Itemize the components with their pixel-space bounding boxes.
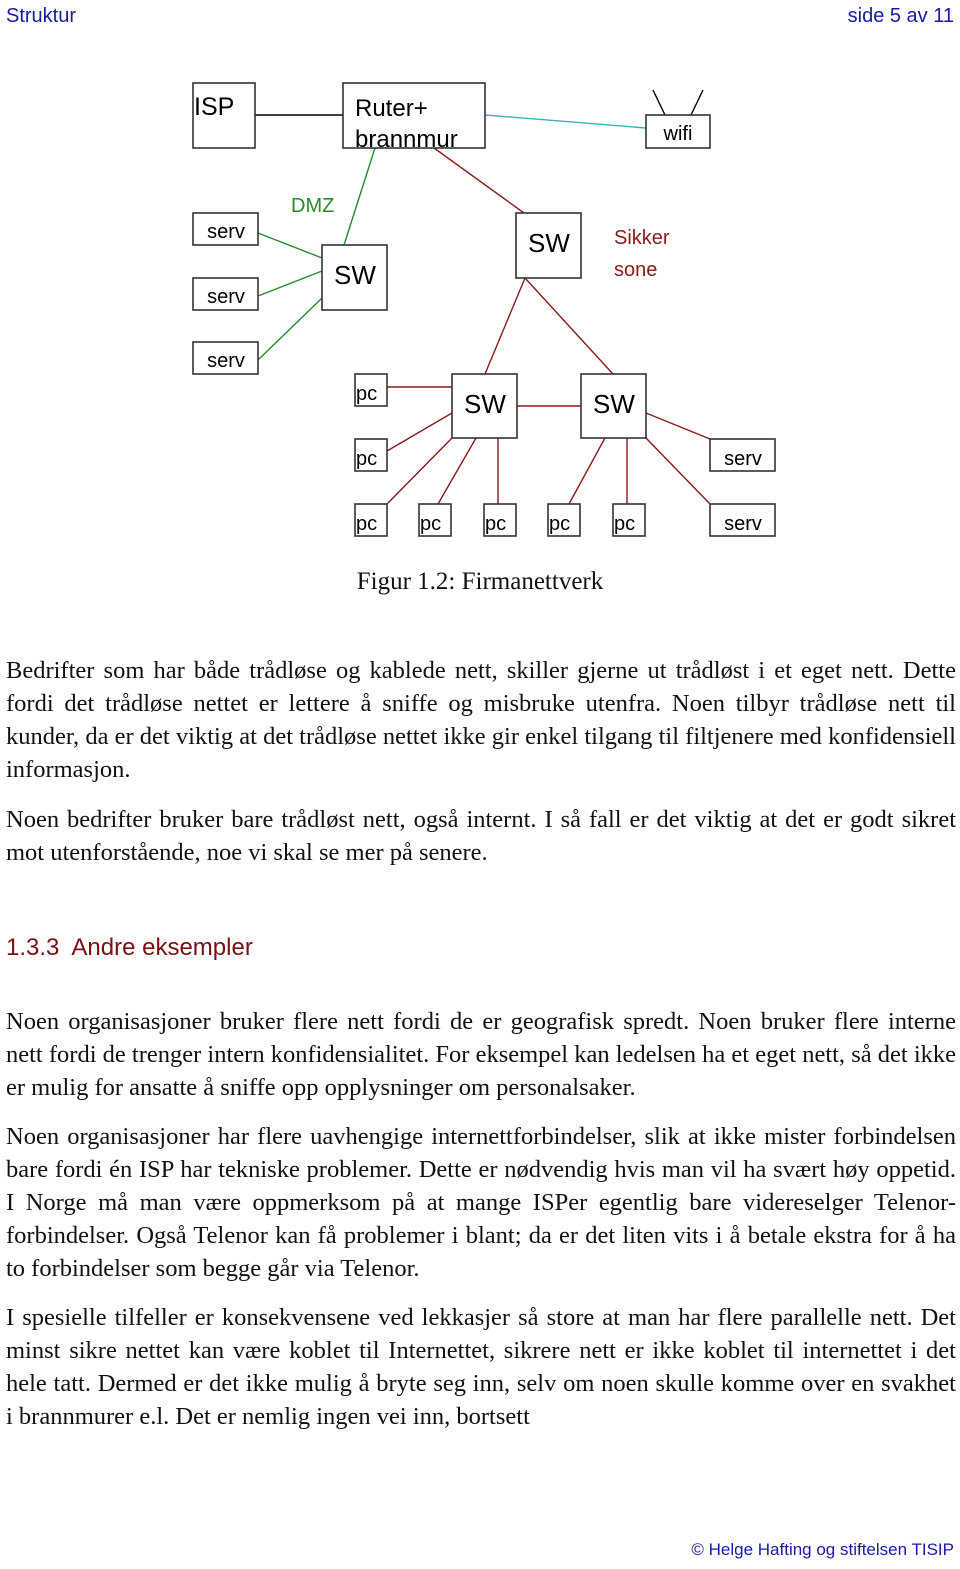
link-dmz-serv-3 [257, 297, 323, 361]
dmz-server-label: serv [207, 221, 245, 243]
link-top-right-switch [524, 277, 614, 375]
link-left-pc-3 [386, 437, 453, 505]
paragraph: Noen organisasjoner bruker flere nett fo… [6, 1008, 956, 1101]
pc-label: pc [420, 513, 441, 535]
network-diagram: ISP Ruter+ brannmur wifi DMZ serv serv s… [192, 82, 776, 537]
secure-zone-label-line2: sone [614, 259, 657, 281]
wifi-antenna-right [690, 89, 704, 116]
link-router-dmz-switch [343, 147, 376, 246]
router-label-line2: brannmur [355, 126, 458, 153]
figure-caption: Figur 1.2: Firmanettverk [356, 568, 604, 595]
dmz-switch-label: SW [334, 260, 376, 290]
right-switch-label: SW [593, 389, 635, 419]
section-title: Andre eksempler [71, 934, 253, 961]
link-right-pc-1 [568, 437, 606, 505]
dmz-server-label: serv [207, 350, 245, 372]
link-right-serv-2 [645, 437, 711, 505]
link-router-top-switch [433, 147, 525, 214]
isp-label: ISP [194, 93, 234, 121]
link-dmz-serv-2 [257, 270, 323, 297]
pc-label: pc [549, 513, 570, 535]
link-left-pc-4 [437, 437, 477, 505]
paragraph: Bedrifter som har både trådløse og kable… [6, 657, 956, 783]
left-switch-label: SW [464, 389, 506, 419]
wifi-label: wifi [663, 123, 693, 145]
pc-label: pc [356, 383, 377, 405]
pc-label: pc [356, 513, 377, 535]
copyright-footer: © Helge Hafting og stiftelsen TISIP [691, 1540, 954, 1559]
section-number: 1.3.3 [6, 934, 60, 961]
link-dmz-serv-1 [257, 232, 323, 259]
wifi-antenna-left [652, 89, 666, 116]
dmz-server-label: serv [207, 286, 245, 308]
link-left-pc-2 [386, 412, 453, 452]
section-heading: 1.3.3 Andre eksempler [6, 934, 253, 962]
paragraph: Noen organisasjoner har flere uavhengige… [6, 1123, 956, 1282]
paragraph: I spesielle tilfeller er konsekvensene v… [6, 1304, 956, 1430]
pc-label: pc [614, 513, 635, 535]
right-server-label: serv [724, 513, 762, 535]
link-router-wifi [484, 114, 647, 129]
router-label-line1: Ruter+ [355, 95, 428, 122]
link-top-left-switch [484, 277, 526, 375]
pc-label: pc [356, 448, 377, 470]
link-right-serv-1 [645, 412, 711, 440]
nodes [192, 82, 776, 537]
secure-zone-label-line1: Sikker [614, 227, 670, 249]
pc-label: pc [485, 513, 506, 535]
right-server-label: serv [724, 448, 762, 470]
paragraph: Noen bedrifter bruker bare trådløst nett… [6, 806, 956, 866]
dmz-label: DMZ [291, 195, 334, 217]
top-switch-label: SW [528, 228, 570, 258]
